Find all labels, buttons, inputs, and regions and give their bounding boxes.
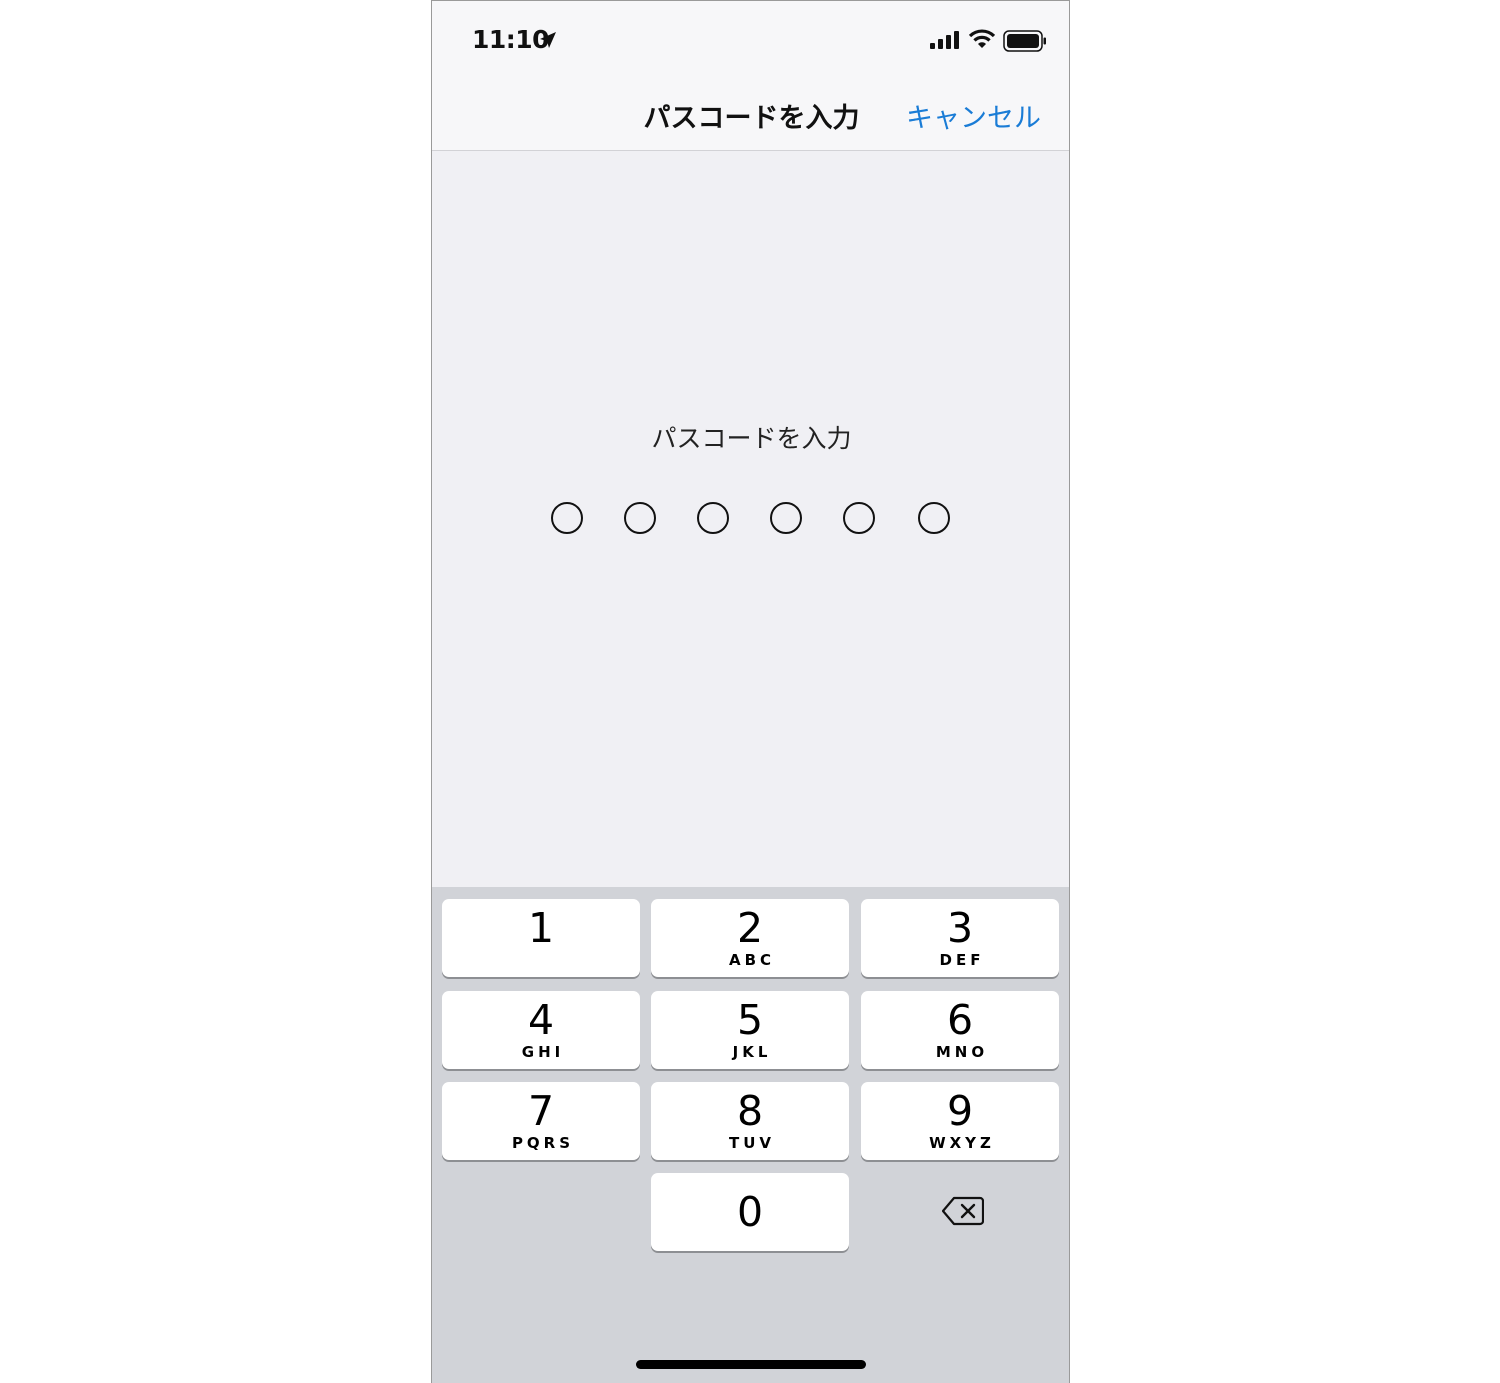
key-letters: ABC [728, 951, 776, 969]
cancel-button[interactable]: キャンセル [906, 96, 1041, 135]
top-bar: 11:10 パスコードを入力 キャンセル [432, 1, 1069, 151]
key-digit: 7 [527, 1087, 555, 1135]
key-letters: WXYZ [929, 1134, 995, 1152]
passcode-prompt: パスコードを入力 [651, 424, 852, 453]
passcode-dot [551, 502, 583, 534]
key-letters: DEF [939, 951, 985, 969]
key-digit: 2 [736, 904, 764, 952]
key-letters: JKL [732, 1043, 772, 1061]
phone-screen: 11:10 パスコードを入力 キャンセル パスコードを入力 1 2 ABC 3 … [431, 0, 1070, 1383]
key-1[interactable]: 1 [442, 899, 640, 977]
key-2[interactable]: 2 ABC [651, 899, 849, 977]
key-letters: GHI [521, 1043, 565, 1061]
key-7[interactable]: 7 PQRS [442, 1082, 640, 1160]
key-digit: 0 [736, 1188, 764, 1236]
key-letters: PQRS [511, 1134, 575, 1152]
key-4[interactable]: 4 GHI [442, 991, 640, 1069]
key-8[interactable]: 8 TUV [651, 1082, 849, 1160]
passcode-dot [770, 502, 802, 534]
home-indicator[interactable] [636, 1360, 866, 1369]
key-6[interactable]: 6 MNO [861, 991, 1059, 1069]
key-digit: 1 [527, 904, 555, 952]
key-9[interactable]: 9 WXYZ [861, 1082, 1059, 1160]
key-digit: 6 [946, 996, 974, 1044]
key-5[interactable]: 5 JKL [651, 991, 849, 1069]
key-digit: 4 [527, 996, 555, 1044]
passcode-dot [697, 502, 729, 534]
wifi-icon [969, 29, 995, 48]
passcode-dot [843, 502, 875, 534]
passcode-dots [551, 502, 951, 536]
battery-icon [1003, 30, 1046, 52]
signal-icon [930, 31, 959, 49]
key-3[interactable]: 3 DEF [861, 899, 1059, 977]
passcode-dot [624, 502, 656, 534]
key-digit: 3 [946, 904, 974, 952]
key-letters: TUV [728, 1134, 776, 1152]
key-letters: MNO [935, 1043, 989, 1061]
backspace-icon[interactable] [942, 1196, 984, 1226]
key-digit: 9 [946, 1087, 974, 1135]
passcode-dot [918, 502, 950, 534]
key-digit: 5 [736, 996, 764, 1044]
status-time: 11:10 [472, 25, 550, 54]
key-digit: 8 [736, 1087, 764, 1135]
location-arrow-icon [540, 32, 556, 48]
key-0[interactable]: 0 [651, 1173, 849, 1251]
